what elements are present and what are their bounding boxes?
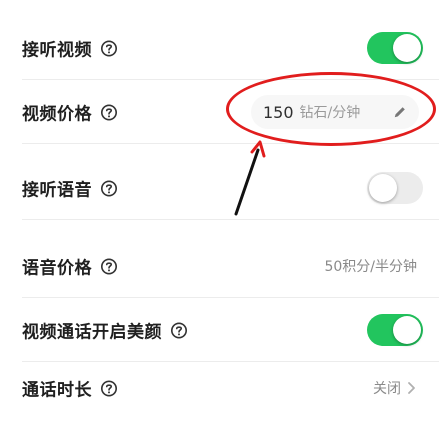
call-duration-label: 通话时长	[22, 380, 92, 401]
divider	[22, 219, 439, 220]
voice-answer-toggle[interactable]	[367, 172, 423, 204]
video-answer-label: 接听视频	[22, 40, 92, 61]
pencil-icon[interactable]	[393, 105, 407, 119]
help-circle-icon[interactable]	[100, 257, 118, 275]
row-video-price: 视频价格 150 钻石/分钟	[0, 80, 439, 144]
beauty-filter-toggle[interactable]	[367, 314, 423, 346]
video-price-value: 150	[263, 102, 294, 122]
voice-price-label-wrap: 语音价格	[22, 254, 118, 279]
help-circle-icon[interactable]	[100, 39, 118, 57]
call-duration-text: 关闭	[373, 381, 401, 397]
help-circle-icon[interactable]	[100, 179, 118, 197]
video-answer-toggle[interactable]	[367, 32, 423, 64]
video-price-input[interactable]: 150 钻石/分钟	[251, 95, 419, 129]
video-price-label-wrap: 视频价格	[22, 100, 118, 125]
help-circle-icon[interactable]	[100, 379, 118, 397]
toggle-knob	[369, 174, 397, 202]
voice-price-value[interactable]: 50积分/半分钟	[324, 256, 417, 276]
call-duration-label-wrap: 通话时长	[22, 376, 118, 401]
voice-price-label: 语音价格	[22, 258, 92, 279]
voice-price-text: 50积分/半分钟	[324, 259, 417, 275]
video-answer-label-wrap: 接听视频	[22, 36, 118, 61]
row-video-answer: 接听视频	[0, 16, 439, 80]
beauty-filter-label: 视频通话开启美颜	[22, 322, 162, 343]
toggle-knob	[393, 316, 421, 344]
row-call-duration[interactable]: 通话时长 关闭	[0, 356, 439, 420]
video-price-label: 视频价格	[22, 104, 92, 125]
call-duration-value[interactable]: 关闭	[373, 378, 417, 398]
voice-answer-label-wrap: 接听语音	[22, 176, 118, 201]
toggle-knob	[393, 34, 421, 62]
help-circle-icon[interactable]	[170, 321, 188, 339]
video-price-unit: 钻石/分钟	[299, 105, 361, 121]
chevron-right-icon	[408, 382, 415, 394]
row-beauty-filter: 视频通话开启美颜	[0, 298, 439, 362]
divider	[22, 143, 439, 144]
row-voice-answer: 接听语音	[0, 156, 439, 220]
voice-answer-label: 接听语音	[22, 180, 92, 201]
beauty-filter-label-wrap: 视频通话开启美颜	[22, 318, 188, 343]
help-circle-icon[interactable]	[100, 103, 118, 121]
row-voice-price: 语音价格 50积分/半分钟	[0, 234, 439, 298]
